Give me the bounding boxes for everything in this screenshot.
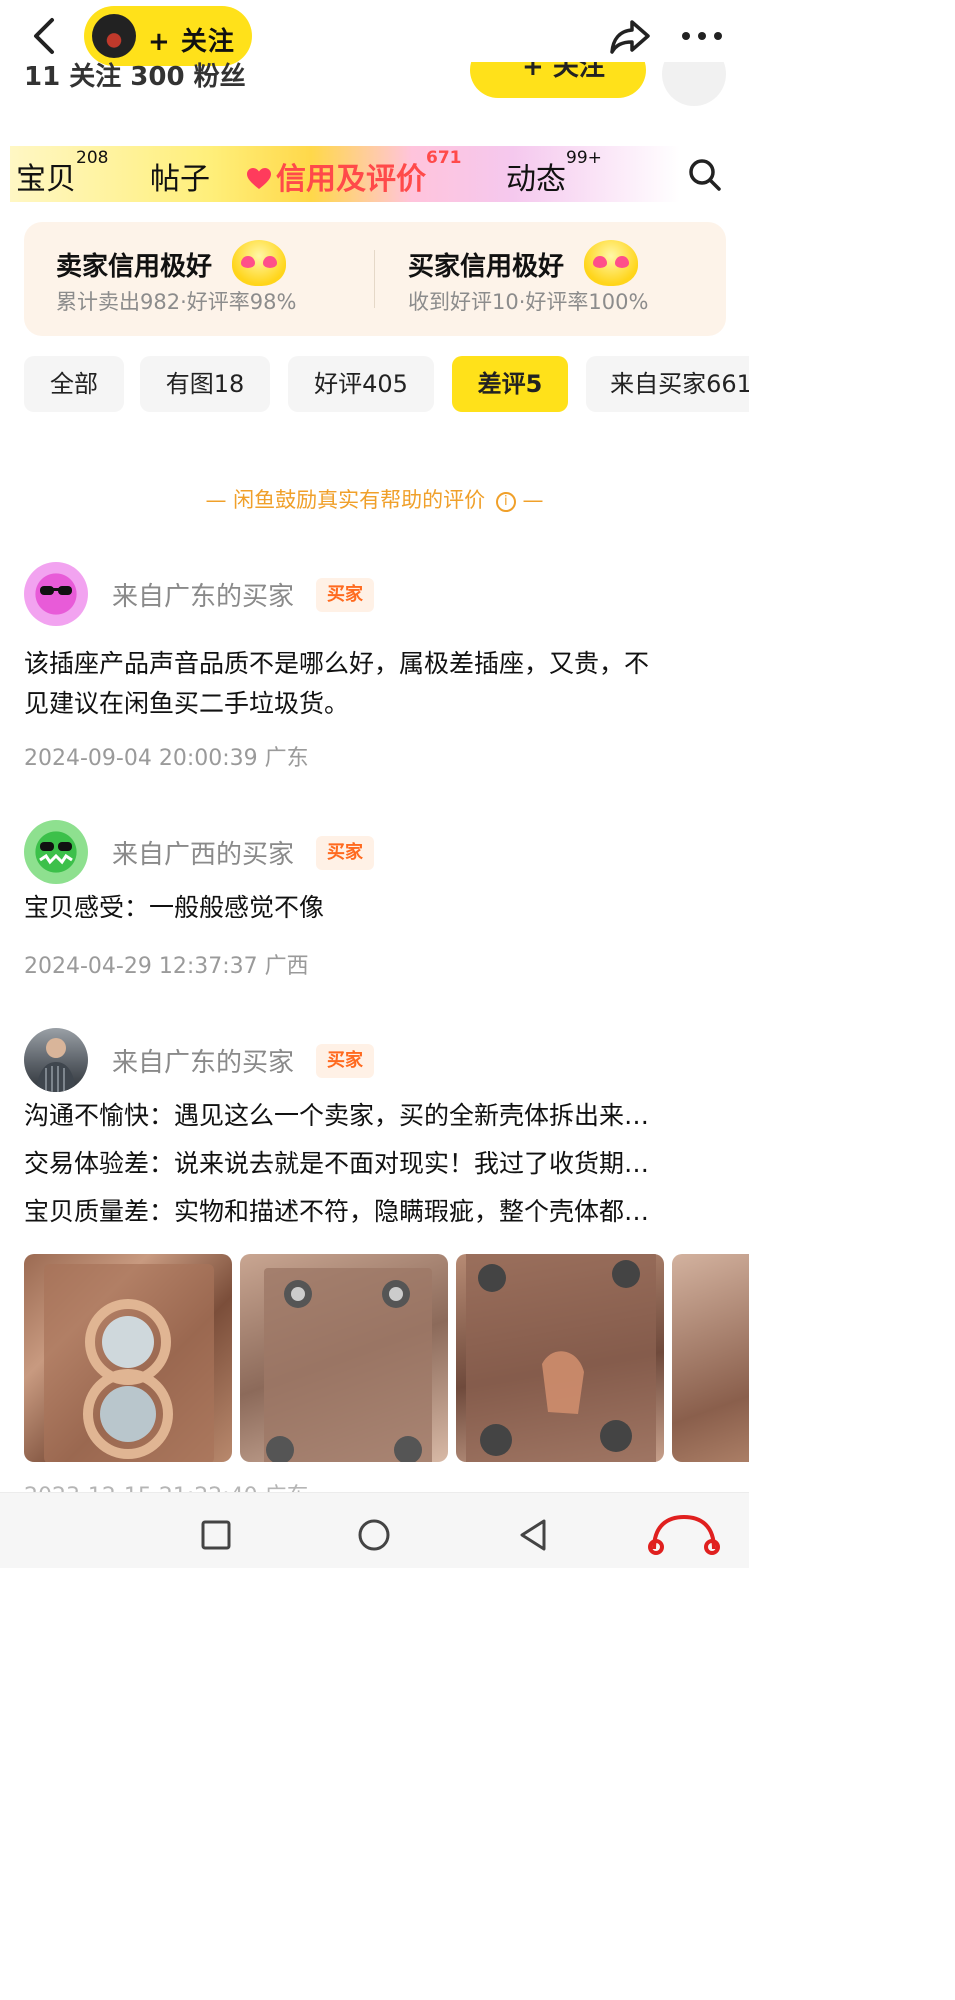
tab-count: 99+ (566, 148, 602, 168)
share-button[interactable] (606, 14, 654, 58)
review-line: 宝贝感受：一般般感觉不像 (24, 893, 325, 922)
follow-button[interactable]: + 关注 (84, 6, 252, 66)
top-bar: + 关注 (0, 0, 749, 70)
buyer-credit-title: 买家信用极好 (408, 252, 565, 282)
review-timestamp: 2023-12-15 21:22:40 广东 (24, 1478, 309, 1492)
filter-chip-all[interactable]: 全部 (24, 356, 124, 412)
review-line: 交易体验差：说来说去就是不面对现实！我过了收货期… (24, 1149, 650, 1178)
sunglasses-avatar-icon (40, 586, 72, 595)
review-photo-strip (24, 1254, 749, 1464)
filter-chip-negative[interactable]: 差评5 (452, 356, 568, 412)
square-icon (201, 1520, 231, 1550)
share-icon (610, 20, 650, 54)
tab-label: 动态 (506, 162, 566, 197)
filter-chip-with-images[interactable]: 有图18 (140, 356, 270, 412)
copper-block-photo (466, 1254, 656, 1462)
filter-chip-positive[interactable]: 好评405 (288, 356, 434, 412)
seller-avatar (92, 14, 136, 58)
tab-credit-reviews[interactable]: 信用及评价671 (246, 148, 462, 198)
section-tabs: 宝贝208 帖子 信用及评价671 动态99+ (0, 140, 749, 208)
back-arrow-icon (34, 18, 54, 54)
tab-posts[interactable]: 帖子 (150, 154, 210, 198)
review-line: 该插座产品声音品质不是哪么好，属极差插座，又贵，不 (24, 649, 650, 678)
review-filters: 全部 有图18 好评405 差评5 来自买家661 (0, 356, 749, 414)
buyer-badge: 买家 (316, 1044, 374, 1078)
seller-credit-title: 卖家信用极好 (56, 252, 213, 282)
seller-credit-subtitle: 累计卖出982·好评率98% (56, 290, 297, 314)
tab-count: 208 (76, 148, 109, 168)
tab-label: 信用及评价 (276, 162, 426, 197)
more-button[interactable] (680, 22, 724, 50)
back-button[interactable] (28, 14, 62, 58)
review-line: 沟通不愉快：遇见这么一个卖家，买的全新壳体拆出来… (24, 1101, 650, 1130)
tab-count: 671 (426, 148, 462, 168)
back-nav-button[interactable] (514, 1515, 554, 1555)
reviewer-avatar[interactable] (24, 820, 88, 884)
buyer-credit[interactable]: 买家信用极好 收到好评10·好评率100% (376, 222, 726, 336)
heart-eyes-emoji-icon (584, 240, 638, 286)
profile-follow-button[interactable]: + 关注 (470, 62, 646, 98)
triangle-back-icon (520, 1519, 546, 1551)
info-icon: i (495, 492, 516, 512)
seller-credit[interactable]: 卖家信用极好 累计卖出982·好评率98% (24, 222, 374, 336)
review-text: 宝贝感受：一般般感觉不像 (24, 888, 730, 928)
reviewer-avatar[interactable] (24, 1028, 88, 1092)
reviewer-name: 来自广西的买家 (112, 840, 295, 870)
review-guideline-note[interactable]: — 闲鱼鼓励真实有帮助的评价 i — (0, 484, 749, 514)
review-timestamp: 2024-04-29 12:37:37 广西 (24, 954, 309, 979)
review-text: 该插座产品声音品质不是哪么好，属极差插座，又贵，不 见建议在闲鱼买二手垃圾货。 (24, 644, 730, 724)
credit-summary-card: 卖家信用极好 累计卖出982·好评率98% 买家信用极好 收到好评10·好评率1… (24, 222, 726, 336)
circle-icon (358, 1519, 390, 1551)
tab-activity[interactable]: 动态99+ (506, 148, 602, 198)
more-dots-icon (682, 32, 722, 40)
search-button[interactable] (686, 156, 724, 194)
headphones-logo-icon (648, 1514, 720, 1555)
review-text: 沟通不愉快：遇见这么一个卖家，买的全新壳体拆出来… 交易体验差：说来说去就是不面… (24, 1092, 730, 1236)
buyer-credit-subtitle: 收到好评10·好评率100% (408, 290, 649, 314)
review-line: 宝贝质量差：实物和描述不符，隐瞒瑕疵，整个壳体都… (24, 1197, 650, 1226)
copper-block-photo (264, 1268, 432, 1462)
recent-apps-button[interactable] (196, 1515, 236, 1555)
tab-label: 帖子 (150, 162, 210, 197)
person-photo-avatar-icon (36, 1038, 76, 1092)
filter-chip-from-buyers[interactable]: 来自买家661 (586, 356, 749, 412)
review-timestamp: 2024-09-04 20:00:39 广东 (24, 746, 309, 771)
reviewer-avatar[interactable] (24, 562, 88, 626)
crocodile-avatar-icon (39, 842, 73, 865)
credit-divider (374, 250, 375, 308)
heart-eyes-emoji-icon (232, 240, 286, 286)
review-line: 见建议在闲鱼买二手垃圾货。 (24, 689, 350, 718)
profile-follow-label: + 关注 (522, 62, 605, 82)
watermark-logo (644, 1511, 724, 1555)
profile-more-button[interactable] (662, 62, 726, 106)
buyer-badge: 买家 (316, 836, 374, 870)
heart-icon (247, 168, 271, 189)
profile-stats: 11 关注 300 粉丝 (24, 62, 246, 92)
copper-block-photo (44, 1264, 214, 1462)
guideline-text: — 闲鱼鼓励真实有帮助的评价 (205, 488, 486, 512)
guideline-tail: — (515, 488, 544, 512)
tab-items[interactable]: 宝贝208 (16, 148, 108, 198)
search-icon (689, 159, 721, 191)
review-photo[interactable] (24, 1254, 232, 1462)
buyer-badge: 买家 (316, 578, 374, 612)
home-button[interactable] (354, 1515, 394, 1555)
review-photo[interactable] (456, 1254, 664, 1462)
tab-label: 宝贝 (16, 162, 76, 197)
review-photo[interactable] (240, 1254, 448, 1462)
follow-label: + 关注 (148, 27, 235, 57)
review-photo[interactable] (672, 1254, 749, 1462)
profile-stats-row: 11 关注 300 粉丝 + 关注 (0, 62, 749, 112)
reviewer-name: 来自广东的买家 (112, 582, 295, 612)
system-nav-bar (0, 1492, 749, 1568)
reviewer-name: 来自广东的买家 (112, 1048, 295, 1078)
